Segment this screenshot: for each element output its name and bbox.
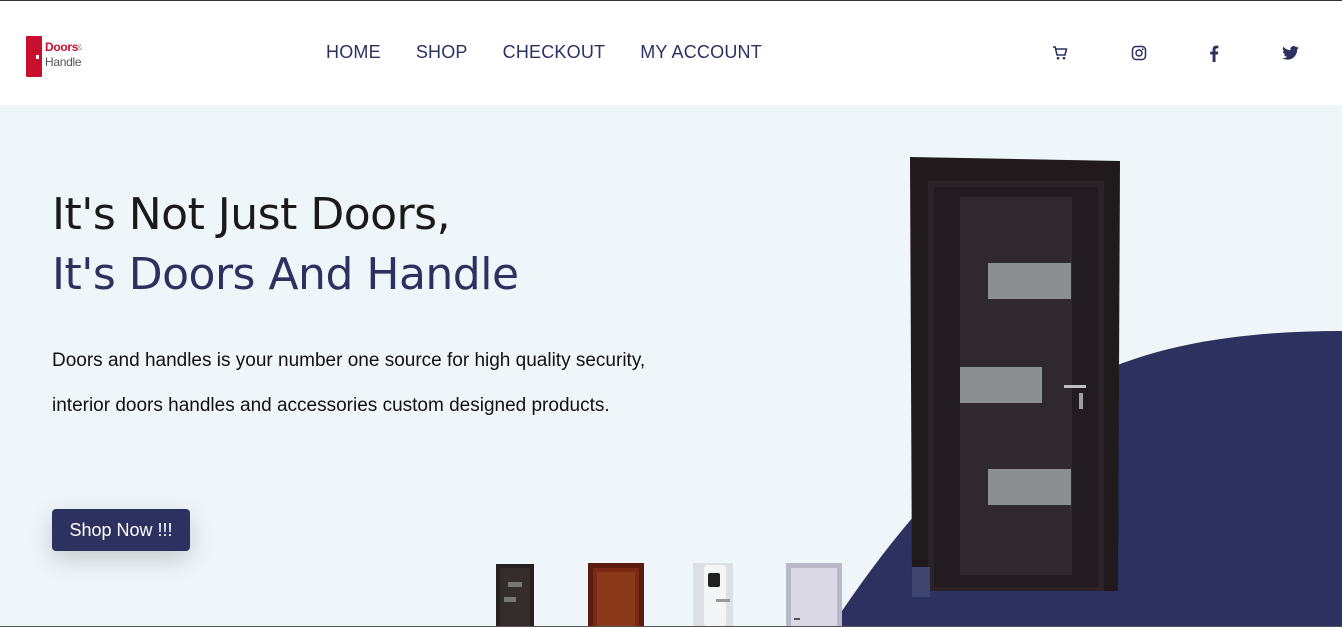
hero-description: Doors and handles is your number one sou… [52, 350, 646, 416]
thumbnail-smart-lock[interactable] [693, 563, 733, 626]
thumbnail-door-wood[interactable] [588, 563, 644, 626]
logo-text-doors: Doors [45, 40, 79, 54]
logo-text-handle: Handle [45, 55, 82, 69]
hero-title-line1: It's Not Just Doors, [52, 189, 451, 240]
thumbnail-door-dark[interactable] [496, 564, 534, 626]
brand-logo[interactable]: Doors & Handle [26, 36, 96, 78]
site-header: Doors & Handle HOME SHOP CHECKOUT MY ACC… [0, 1, 1342, 105]
hero-title-line2: It's Doors And Handle [52, 249, 519, 300]
hero-section: It's Not Just Doors, It's Doors And Hand… [0, 105, 1342, 626]
facebook-icon[interactable] [1202, 41, 1226, 65]
nav-my-account[interactable]: MY ACCOUNT [640, 42, 762, 63]
header-icons [1048, 41, 1308, 67]
main-nav: HOME SHOP CHECKOUT MY ACCOUNT [326, 42, 762, 63]
shop-now-button[interactable]: Shop Now !!! [52, 509, 190, 551]
cart-icon[interactable] [1048, 41, 1072, 65]
instagram-icon[interactable] [1127, 41, 1151, 65]
door-logo-icon [26, 36, 42, 77]
twitter-icon[interactable] [1278, 41, 1302, 65]
hero-title: It's Not Just Doors, It's Doors And Hand… [52, 185, 519, 305]
nav-home[interactable]: HOME [326, 42, 381, 63]
nav-shop[interactable]: SHOP [416, 42, 468, 63]
logo-text-amp: & [77, 43, 83, 52]
thumbnail-door-white[interactable] [786, 563, 842, 626]
featured-door-image [910, 157, 1120, 597]
nav-checkout[interactable]: CHECKOUT [503, 42, 606, 63]
